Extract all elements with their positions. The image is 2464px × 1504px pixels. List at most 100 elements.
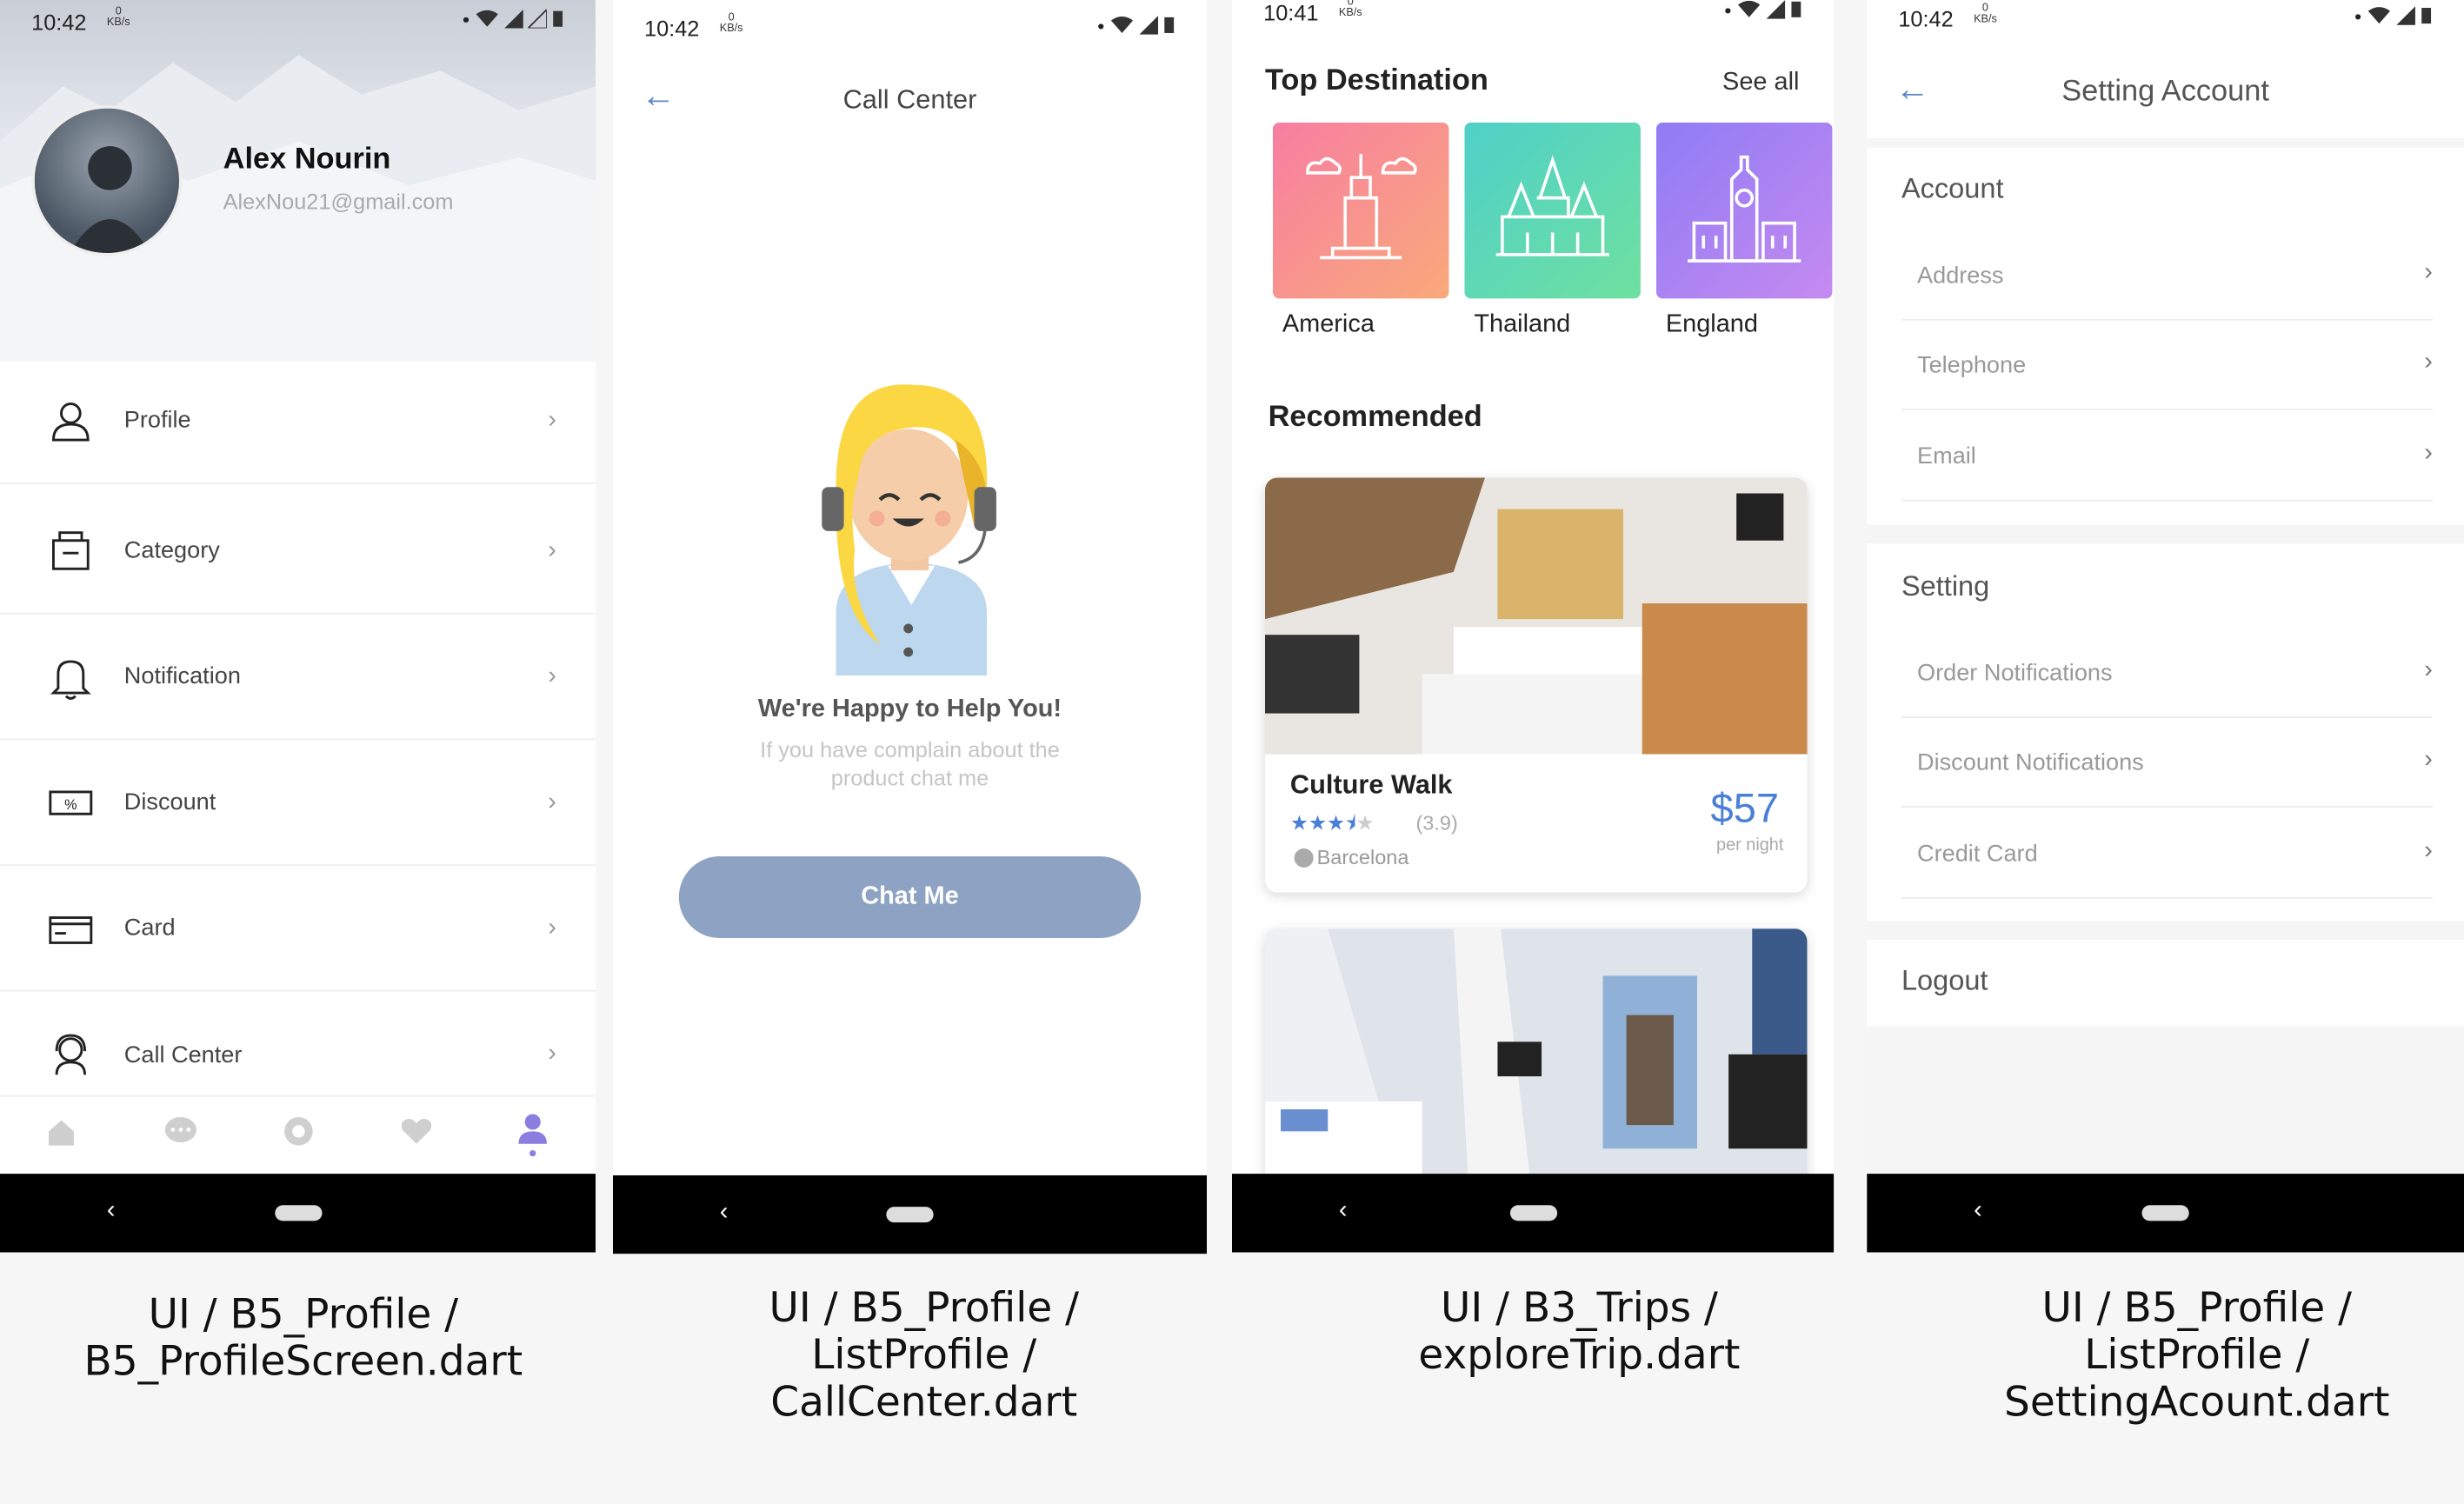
system-home-button[interactable]: [274, 1205, 322, 1221]
status-time: 10:42: [644, 16, 700, 41]
destination-thailand[interactable]: [1464, 122, 1641, 299]
battery-icon: [1791, 1, 1801, 17]
user-icon: [52, 402, 90, 441]
setting-section: Setting Order Notifications › Discount No…: [1867, 543, 2464, 922]
menu-label: Category: [123, 537, 220, 564]
star-rating: ★★★⯨★: [1289, 810, 1375, 835]
setting-item-order-notifications[interactable]: Order Notifications ›: [1901, 629, 2433, 718]
system-home-button[interactable]: [1509, 1205, 1557, 1221]
wifi-icon: [2367, 7, 2391, 24]
menu-label: Notification: [123, 662, 241, 690]
see-all-link[interactable]: See all: [1722, 70, 1799, 98]
setting-label: Telephone: [1917, 351, 2027, 379]
chevron-right-icon: ›: [548, 536, 556, 563]
system-nav-bar: ‹: [1232, 1174, 1835, 1253]
status-bar: 10:42 0 KB/s ●: [0, 0, 596, 47]
hotel-title: Culture Walk: [1289, 769, 1453, 800]
system-home-button[interactable]: [2141, 1205, 2189, 1221]
setting-item-email[interactable]: Email ›: [1901, 412, 2433, 502]
recommended-title: Recommended: [1268, 400, 1482, 434]
chevron-right-icon: ›: [548, 406, 556, 433]
caption-profile-screen: UI / B5_Profile / B5_ProfileScreen.dart: [0, 1292, 607, 1386]
top-destination-title: Top Destination: [1264, 64, 1488, 98]
location-pin-icon: ⬤: [1293, 845, 1315, 868]
bell-icon: [50, 659, 91, 699]
menu-item-card[interactable]: Card ›: [0, 866, 596, 992]
system-back-icon[interactable]: ‹: [107, 1197, 116, 1226]
system-back-icon[interactable]: ‹: [1974, 1197, 1982, 1226]
avatar[interactable]: [31, 105, 183, 256]
logout-row[interactable]: Logout: [1867, 939, 2464, 1027]
menu-label: Discount: [123, 789, 216, 816]
support-agent-illustration: [822, 384, 996, 676]
wifi-icon: [1737, 0, 1761, 17]
kb-unit: KB/s: [106, 17, 130, 29]
chevron-right-icon: ›: [2424, 440, 2433, 467]
destination-england[interactable]: [1655, 122, 1833, 299]
logout-label: Logout: [1901, 964, 1988, 996]
chevron-right-icon: ›: [2424, 656, 2433, 684]
caption-line: UI / B5_Profile /: [2041, 1285, 2352, 1333]
battery-icon: [553, 10, 563, 27]
system-back-icon[interactable]: ‹: [720, 1199, 729, 1228]
setting-item-credit-card[interactable]: Credit Card ›: [1901, 809, 2433, 899]
chevron-right-icon: ›: [548, 914, 556, 941]
status-icons: ●: [1097, 16, 1175, 35]
status-time: 10:42: [1898, 6, 1954, 32]
setting-item-discount-notifications[interactable]: Discount Notifications ›: [1901, 718, 2433, 809]
setting-item-telephone[interactable]: Telephone ›: [1901, 321, 2433, 410]
caption-line: CallCenter.dart: [770, 1379, 1078, 1427]
svg-text:%: %: [64, 796, 77, 812]
page-title: Setting Account: [2061, 75, 2269, 109]
kb-unit: KB/s: [719, 23, 743, 35]
chat-icon[interactable]: [163, 1115, 198, 1147]
explore-screen: 10:41 0 KB/s ● Top Destination See all Am…: [1232, 0, 1835, 1253]
kb-num: 0: [1347, 0, 1354, 9]
destination-label: Thailand: [1474, 310, 1571, 338]
caption-explore-screen: UI / B3_Trips / exploreTrip.dart: [1276, 1285, 1883, 1379]
system-nav-bar: ‹: [1867, 1174, 2464, 1253]
signal2-icon: [528, 9, 547, 29]
hotel-card-culture-walk[interactable]: Culture Walk ★★★⯨★ (3.9) ⬤ Barcelona $57…: [1264, 477, 1808, 893]
caption-setting-screen: UI / B5_Profile / ListProfile / SettingA…: [1894, 1285, 2464, 1427]
chevron-right-icon: ›: [548, 1040, 556, 1068]
status-time: 10:41: [1263, 0, 1319, 25]
status-icons: ●: [1724, 0, 1802, 19]
setting-heading: Setting: [1901, 570, 1990, 602]
home-icon[interactable]: [45, 1115, 77, 1147]
chat-me-button[interactable]: Chat Me: [678, 856, 1142, 939]
menu-item-category[interactable]: Category ›: [0, 489, 596, 615]
menu-item-notification[interactable]: Notification ›: [0, 615, 596, 741]
temple-icon: [1495, 155, 1609, 256]
caption-line: SettingAcount.dart: [2003, 1379, 2390, 1427]
kb-indicator: 0 KB/s: [1339, 0, 1362, 19]
headset-icon: [55, 1034, 87, 1075]
caption-line: UI / B5_Profile /: [148, 1291, 459, 1339]
caption-line: B5_ProfileScreen.dart: [83, 1338, 523, 1387]
system-back-icon[interactable]: ‹: [1339, 1197, 1348, 1226]
hotel-card-2[interactable]: [1264, 928, 1808, 1196]
avatar-person: [70, 146, 150, 253]
menu-item-discount[interactable]: % Discount ›: [0, 740, 596, 866]
chevron-right-icon: ›: [548, 788, 556, 815]
kb-unit: KB/s: [1338, 8, 1362, 19]
account-section: Account Address › Telephone › Email ›: [1867, 147, 2464, 525]
menu-item-profile[interactable]: Profile ›: [0, 358, 596, 484]
system-nav-bar: ‹: [0, 1174, 596, 1253]
chevron-right-icon: ›: [548, 662, 556, 689]
setting-item-address[interactable]: Address ›: [1901, 231, 2433, 321]
wifi-icon: [476, 10, 498, 27]
help-subtitle-2: product chat me: [830, 765, 989, 791]
help-headline: We're Happy to Help You!: [757, 695, 1062, 723]
heart-icon[interactable]: [399, 1115, 434, 1147]
wifi-icon: [1110, 16, 1134, 33]
explore-icon[interactable]: [283, 1115, 314, 1147]
account-heading: Account: [1901, 172, 2004, 204]
system-home-button[interactable]: [886, 1207, 934, 1223]
menu-label: Call Center: [123, 1041, 243, 1068]
hotel-location: Barcelona: [1316, 845, 1409, 869]
destination-america[interactable]: [1272, 122, 1449, 299]
profile-icon[interactable]: [517, 1113, 549, 1157]
profile-email: AlexNou21@gmail.com: [223, 188, 454, 214]
setting-label: Address: [1917, 262, 2004, 289]
